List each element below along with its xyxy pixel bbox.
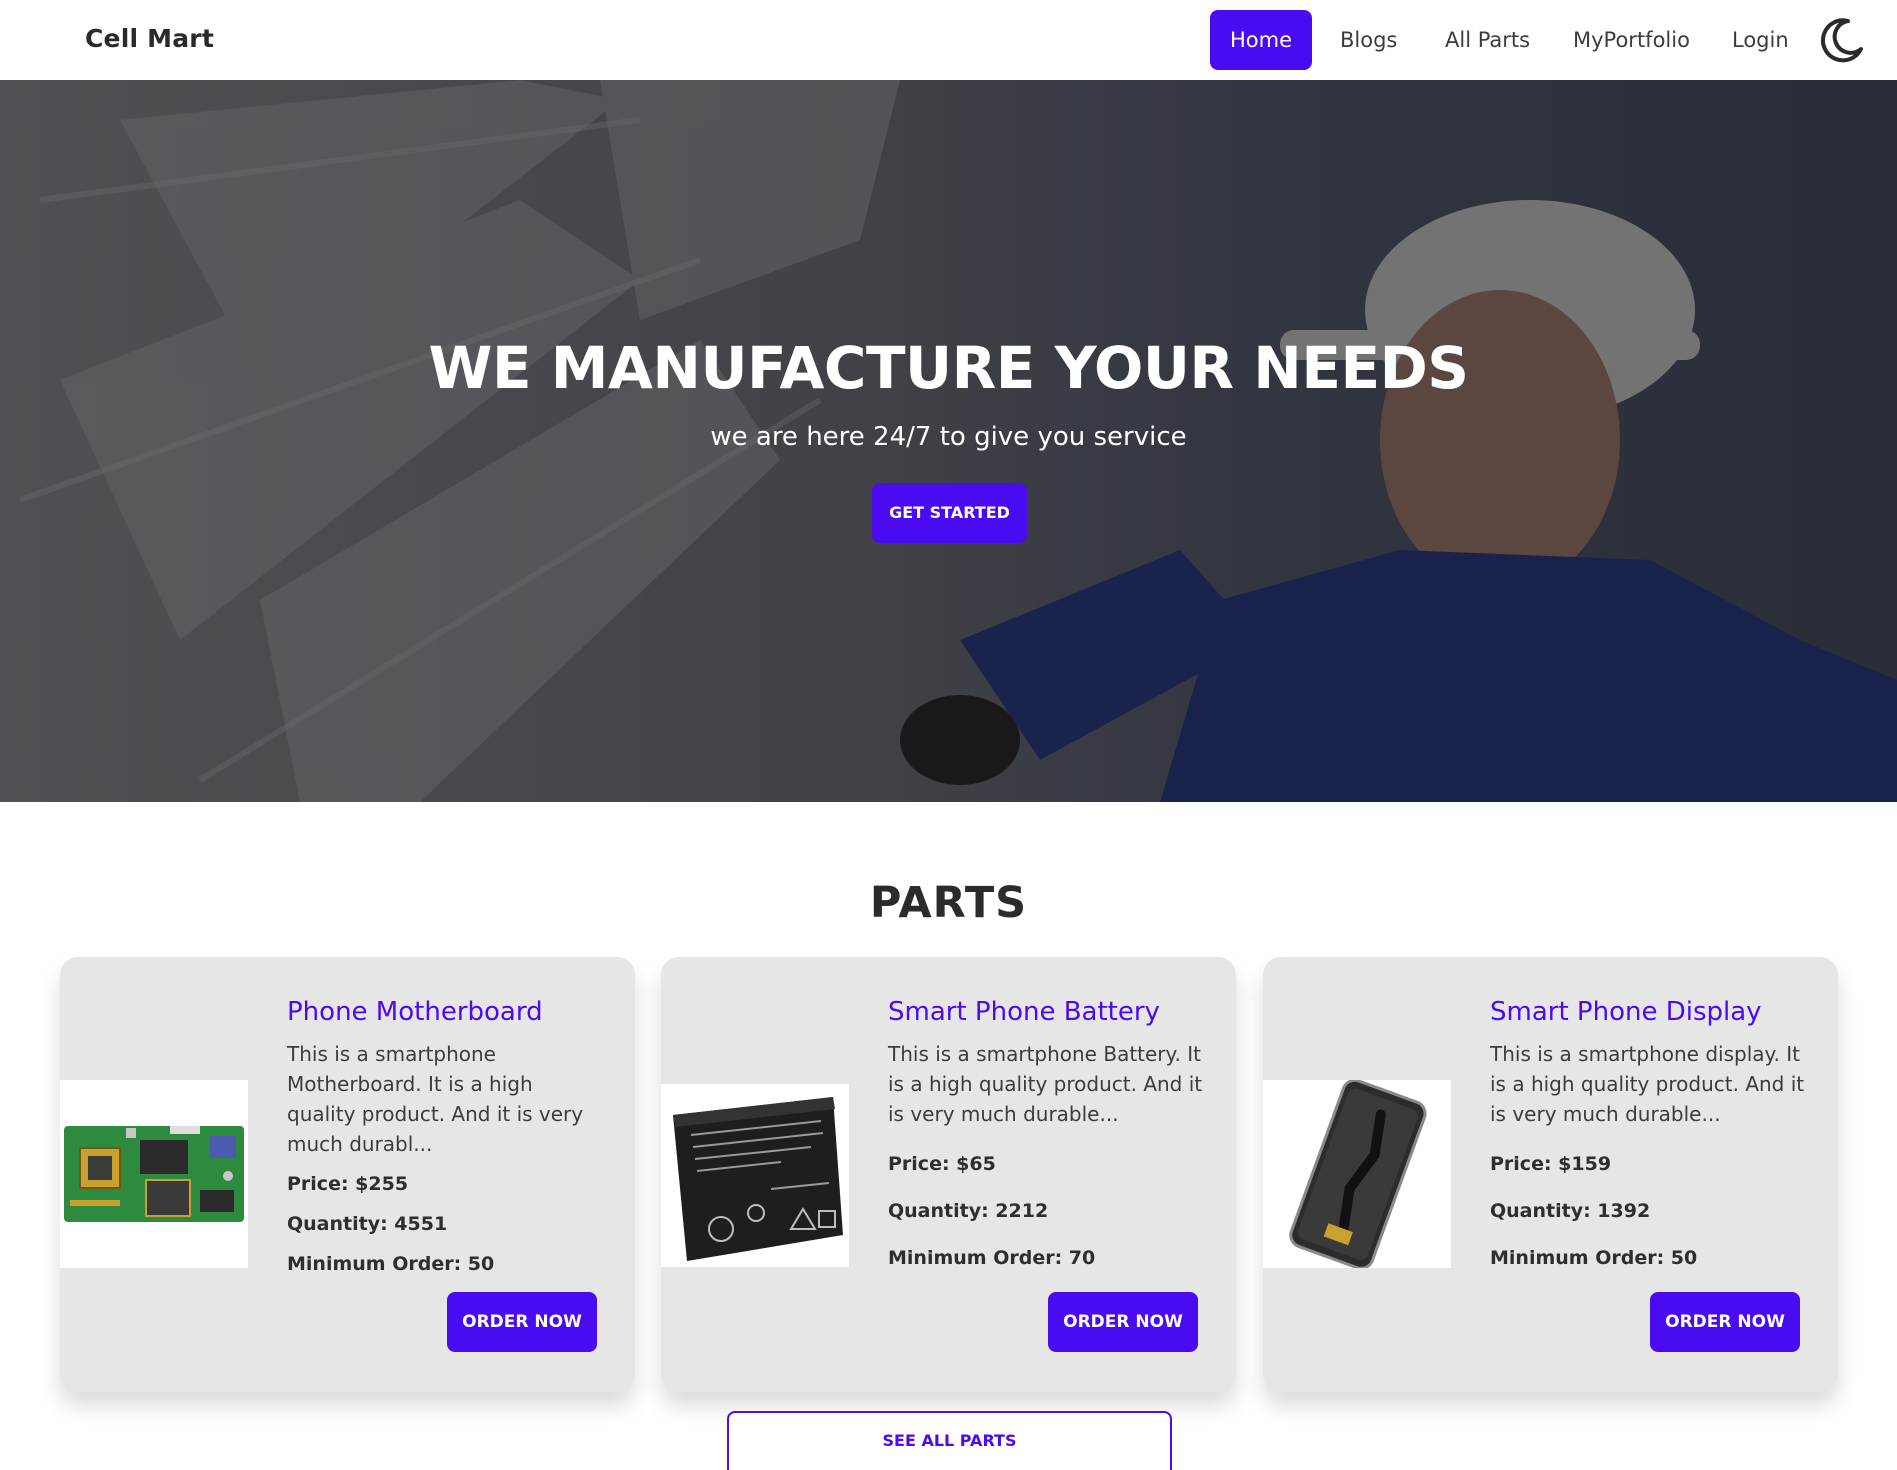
order-now-button[interactable]: ORDER NOW — [1048, 1292, 1198, 1352]
part-description: This is a smartphone display. It is a hi… — [1490, 1042, 1805, 1126]
navbar: Cell Mart Home Blogs All Parts MyPortfol… — [0, 0, 1897, 80]
see-all-parts-button[interactable]: SEE ALL PARTS — [727, 1411, 1172, 1470]
part-min-order: Minimum Order: 70 — [888, 1247, 1096, 1269]
parts-heading: PARTS — [869, 878, 1028, 928]
brand-logo[interactable]: Cell Mart — [85, 24, 214, 53]
part-price: Price: $255 — [287, 1173, 409, 1195]
part-min-order: Minimum Order: 50 — [287, 1253, 495, 1275]
part-title[interactable]: Smart Phone Display — [1490, 997, 1762, 1027]
part-min-order: Minimum Order: 50 — [1490, 1247, 1698, 1269]
part-quantity: Quantity: 4551 — [287, 1213, 448, 1235]
part-quantity: Quantity: 2212 — [888, 1200, 1049, 1222]
display-image — [1263, 1080, 1451, 1268]
hero-subtitle: we are here 24/7 to give you service — [710, 422, 1187, 452]
nav-myportfolio[interactable]: MyPortfolio — [1553, 10, 1710, 70]
get-started-button[interactable]: GET STARTED — [872, 483, 1027, 543]
hero-title: WE MANUFACTURE YOUR NEEDS — [428, 334, 1469, 402]
hero-banner: WE MANUFACTURE YOUR NEEDS we are here 24… — [0, 80, 1897, 802]
part-card: Smart Phone Battery This is a smartphone… — [661, 957, 1236, 1392]
part-description: This is a smartphone Motherboard. It is … — [287, 1042, 584, 1156]
motherboard-image — [60, 1080, 248, 1268]
order-now-button[interactable]: ORDER NOW — [1650, 1292, 1800, 1352]
part-card: Smart Phone Display This is a smartphone… — [1263, 957, 1838, 1392]
nav-home[interactable]: Home — [1210, 10, 1313, 70]
part-card: Phone Motherboard This is a smartphone M… — [60, 957, 635, 1392]
part-title[interactable]: Phone Motherboard — [287, 997, 543, 1027]
nav-blogs[interactable]: Blogs — [1320, 10, 1417, 70]
nav-all-parts[interactable]: All Parts — [1425, 10, 1550, 70]
part-description: This is a smartphone Battery. It is a hi… — [888, 1042, 1203, 1126]
order-now-button[interactable]: ORDER NOW — [447, 1292, 597, 1352]
nav-login[interactable]: Login — [1712, 10, 1809, 70]
battery-image — [661, 1084, 849, 1267]
moon-icon[interactable] — [1818, 16, 1866, 64]
part-price: Price: $65 — [888, 1153, 996, 1175]
part-title[interactable]: Smart Phone Battery — [888, 997, 1160, 1027]
part-price: Price: $159 — [1490, 1153, 1612, 1175]
part-quantity: Quantity: 1392 — [1490, 1200, 1651, 1222]
